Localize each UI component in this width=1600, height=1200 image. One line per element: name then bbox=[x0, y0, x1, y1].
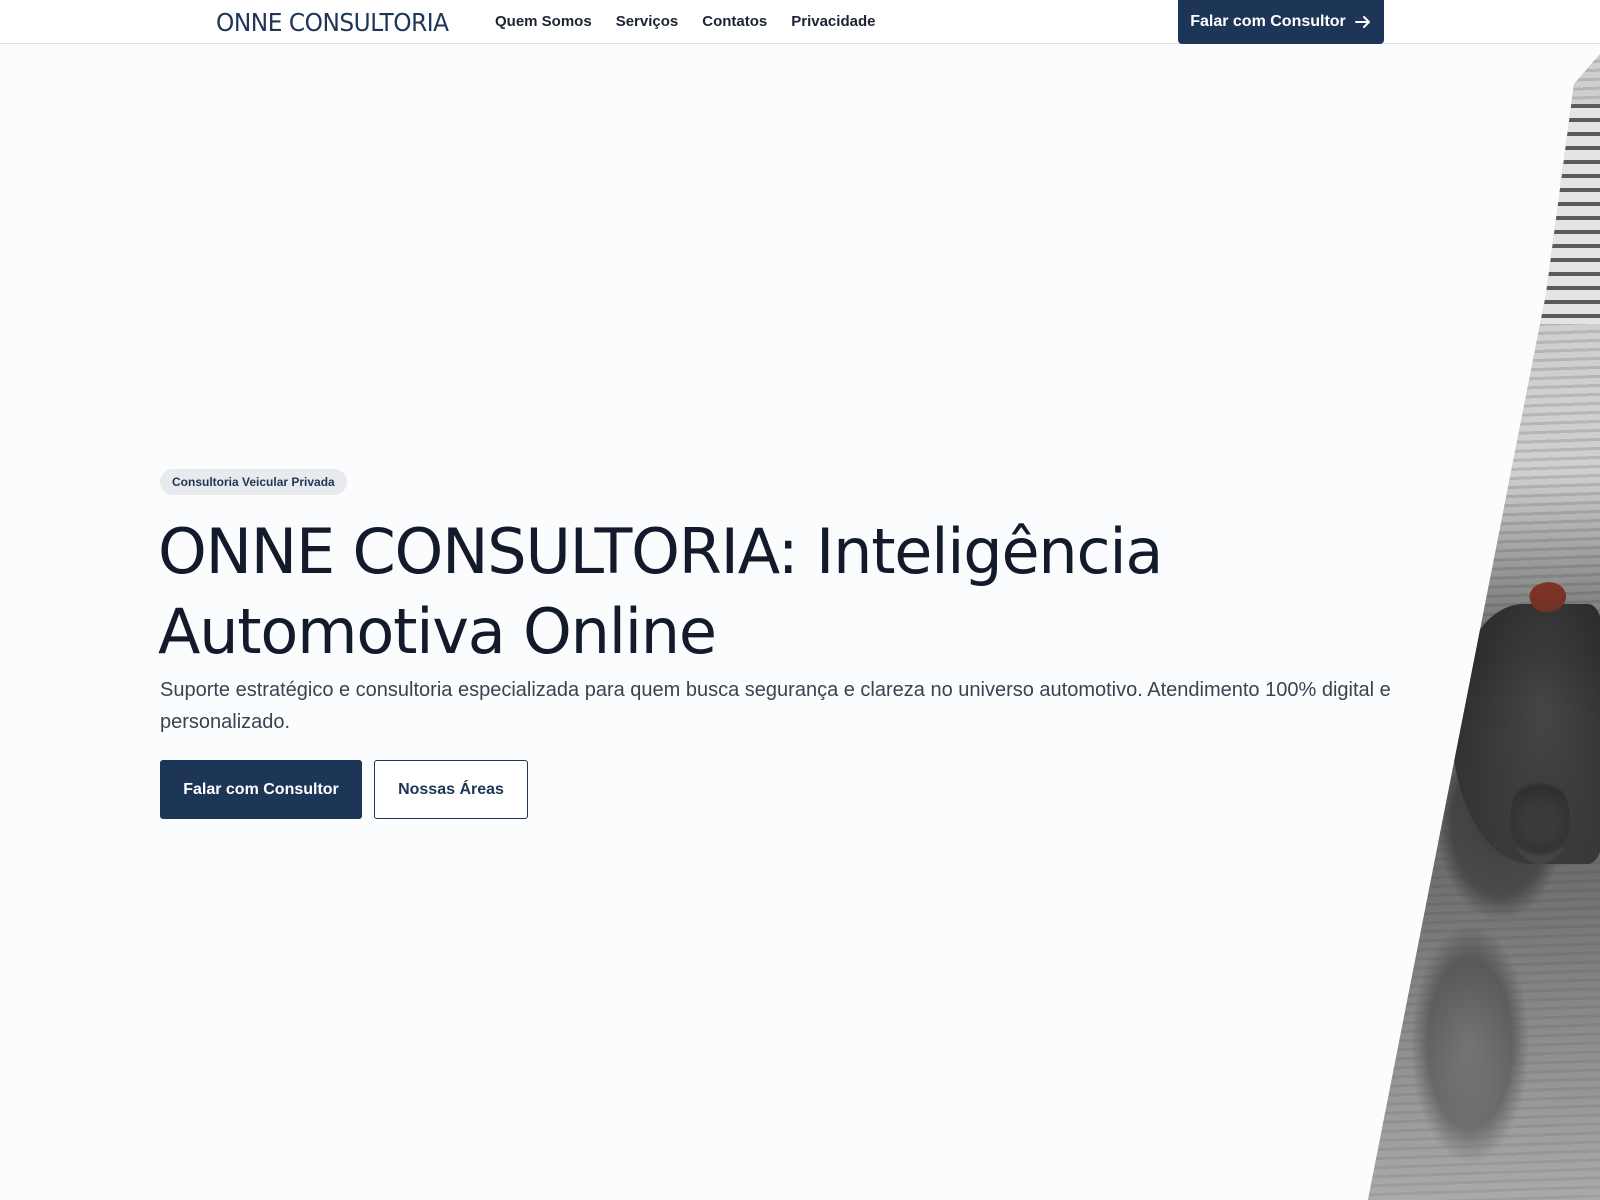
talk-to-consultant-button[interactable]: Falar com Consultor bbox=[160, 760, 362, 819]
site-header: ONNE CONSULTORIA Quem Somos Serviços Con… bbox=[0, 0, 1600, 44]
brand-logo[interactable]: ONNE CONSULTORIA bbox=[216, 8, 449, 37]
hero-subtitle: Suporte estratégico e consultoria especi… bbox=[160, 679, 1391, 733]
main-nav: Quem Somos Serviços Contatos Privacidade bbox=[495, 13, 899, 30]
photo-ceiling-beams bbox=[1540, 104, 1600, 324]
header-cta-label: Falar com Consultor bbox=[1190, 13, 1346, 30]
our-areas-button[interactable]: Nossas Áreas bbox=[374, 760, 528, 819]
hero-title: ONNE CONSULTORIA: Inteligência Automotiv… bbox=[158, 515, 1163, 668]
nav-item-servicos[interactable]: Serviços bbox=[616, 13, 679, 30]
hero-badge: Consultoria Veicular Privada bbox=[160, 469, 347, 495]
arrow-right-icon bbox=[1354, 13, 1372, 31]
header-cta-button[interactable]: Falar com Consultor bbox=[1178, 0, 1384, 44]
nav-item-contatos[interactable]: Contatos bbox=[702, 13, 767, 30]
nav-item-quem-somos[interactable]: Quem Somos bbox=[495, 13, 592, 30]
nav-item-privacidade[interactable]: Privacidade bbox=[791, 13, 875, 30]
